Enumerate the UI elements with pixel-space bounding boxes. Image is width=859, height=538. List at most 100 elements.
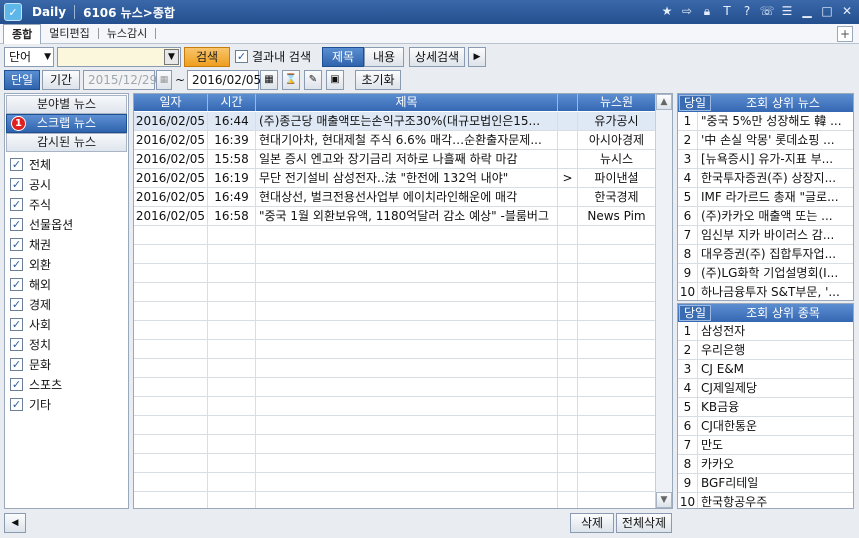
top-stock-item[interactable]: 8 카카오 (678, 455, 853, 474)
table-row[interactable] (134, 473, 656, 492)
category-checkbox[interactable]: ✓ (10, 257, 23, 271)
lock-icon[interactable]: 🔒︎ (699, 3, 715, 20)
category-item[interactable]: ✓ 사회 (6, 314, 127, 334)
list-icon[interactable]: ☰ (779, 3, 795, 20)
calendar-icon[interactable]: ▦ (260, 70, 278, 90)
category-item[interactable]: ✓ 정치 (6, 334, 127, 354)
category-checkbox[interactable]: ✓ (10, 317, 23, 331)
close-icon[interactable]: ✕ (839, 3, 855, 20)
top-news-item[interactable]: 5 IMF 라가르드 총재 "글로... (678, 188, 853, 207)
table-row[interactable]: 2016/02/05 15:58 일본 증시 엔고와 장기금리 저하로 나흘째 하락… (134, 150, 656, 169)
top-news-item[interactable]: 6 (주)카카오 매출액 또는 ... (678, 207, 853, 226)
table-row[interactable] (134, 264, 656, 283)
table-row[interactable]: 2016/02/05 16:19 무단 전기설비 삼성전자..法 "한전에 132억… (134, 169, 656, 188)
calendar-icon[interactable]: ▦ (156, 70, 172, 90)
category-news-button[interactable]: 분야별 뉴스 (6, 95, 127, 114)
table-row[interactable] (134, 435, 656, 454)
category-item[interactable]: ✓ 스포츠 (6, 374, 127, 394)
top-stock-item[interactable]: 10 한국항공우주 (678, 493, 853, 508)
title-filter-button[interactable]: 제목 (322, 47, 364, 67)
dropdown-icon[interactable]: ▼ (164, 49, 179, 65)
category-checkbox[interactable]: ✓ (10, 357, 23, 371)
table-row[interactable] (134, 416, 656, 435)
minimize-icon[interactable]: ▁ (799, 3, 815, 20)
start-date-input[interactable]: 2015/12/29 (83, 70, 157, 90)
table-row[interactable] (134, 283, 656, 302)
top-news-item[interactable]: 2 '中 손실 악몽' 롯데쇼핑 ... (678, 131, 853, 150)
top-news-item[interactable]: 4 한국투자증권(주) 상장지... (678, 169, 853, 188)
phone-icon[interactable]: ☏ (759, 3, 775, 20)
top-news-item[interactable]: 10 하나금융투자 S&T부문, '... (678, 283, 853, 300)
category-item[interactable]: ✓ 해외 (6, 274, 127, 294)
category-item[interactable]: ✓ 문화 (6, 354, 127, 374)
top-news-item[interactable]: 1 "중국 5%만 성장해도 韓 ... (678, 112, 853, 131)
grid-scrollbar[interactable]: ▲ ▼ (655, 94, 672, 508)
category-checkbox[interactable]: ✓ (10, 297, 23, 311)
category-item[interactable]: ✓ 전체 (6, 154, 127, 174)
search-input[interactable]: ▼ (57, 47, 181, 67)
category-checkbox[interactable]: ✓ (10, 337, 23, 351)
single-date-button[interactable]: 단일 (4, 70, 40, 90)
table-row[interactable] (134, 397, 656, 416)
top-stock-item[interactable]: 3 CJ E&M (678, 360, 853, 379)
table-row[interactable] (134, 359, 656, 378)
search-button[interactable]: 검색 (184, 47, 230, 67)
category-checkbox[interactable]: ✓ (10, 277, 23, 291)
table-row[interactable] (134, 321, 656, 340)
tab-general[interactable]: 종합 (3, 23, 42, 44)
filter-icon[interactable]: ⌛ (282, 70, 300, 90)
table-row[interactable] (134, 378, 656, 397)
top-stock-item[interactable]: 7 만도 (678, 436, 853, 455)
tab-multi-edit[interactable]: 멀티편집 (41, 24, 97, 44)
scroll-down-icon[interactable]: ▼ (656, 492, 672, 508)
play-icon[interactable]: ▶ (468, 47, 486, 67)
top-news-item[interactable]: 3 [뉴욕증시] 유가-지표 부... (678, 150, 853, 169)
tab-today-news[interactable]: 당일 (679, 95, 712, 111)
column-header-source[interactable]: 뉴스원 (578, 94, 656, 111)
top-stock-item[interactable]: 1 삼성전자 (678, 322, 853, 341)
scrap-news-button[interactable]: 1 스크랩 뉴스 (6, 114, 127, 133)
edit-icon[interactable]: ✎ (304, 70, 322, 90)
table-row[interactable] (134, 340, 656, 359)
top-news-item[interactable]: 7 임신부 지카 바이러스 감... (678, 226, 853, 245)
category-checkbox[interactable]: ✓ (10, 177, 23, 191)
table-row[interactable] (134, 302, 656, 321)
top-stock-item[interactable]: 4 CJ제일제당 (678, 379, 853, 398)
table-row[interactable]: 2016/02/05 16:39 현대기아차, 현대제철 주식 6.6% 매각…순환… (134, 131, 656, 150)
category-checkbox[interactable]: ✓ (10, 197, 23, 211)
delete-all-button[interactable]: 전체삭제 (616, 513, 672, 533)
top-stock-item[interactable]: 6 CJ대한통운 (678, 417, 853, 436)
category-item[interactable]: ✓ 공시 (6, 174, 127, 194)
category-checkbox[interactable]: ✓ (10, 377, 23, 391)
top-news-item[interactable]: 8 대우증권(주) 집합투자업... (678, 245, 853, 264)
tab-today-stocks[interactable]: 당일 (679, 305, 712, 321)
category-item[interactable]: ✓ 선물옵션 (6, 214, 127, 234)
category-checkbox[interactable]: ✓ (10, 397, 23, 411)
help-icon[interactable]: ? (739, 3, 755, 20)
delete-button[interactable]: 삭제 (570, 513, 614, 533)
category-checkbox[interactable]: ✓ (10, 157, 23, 171)
within-results-checkbox[interactable]: ✓ (235, 50, 248, 63)
category-checkbox[interactable]: ✓ (10, 217, 23, 231)
period-button[interactable]: 기간 (42, 70, 80, 90)
table-row[interactable] (134, 245, 656, 264)
watched-news-button[interactable]: 감시된 뉴스 (6, 133, 127, 152)
category-item[interactable]: ✓ 기타 (6, 394, 127, 414)
column-header-date[interactable]: 일자 (134, 94, 208, 111)
scroll-left-icon[interactable]: ◀ (4, 513, 26, 533)
print-icon[interactable]: ▣ (326, 70, 344, 90)
reset-button[interactable]: 초기화 (355, 70, 401, 90)
column-header-title[interactable]: 제목 (256, 94, 558, 111)
category-item[interactable]: ✓ 외환 (6, 254, 127, 274)
scroll-up-icon[interactable]: ▲ (656, 94, 672, 110)
star-icon[interactable]: ★ (659, 3, 675, 20)
column-header-time[interactable]: 시간 (208, 94, 256, 111)
top-stock-item[interactable]: 9 BGF리테일 (678, 474, 853, 493)
table-row[interactable]: 2016/02/05 16:58 "중국 1월 외환보유액, 1180억달러 감소 … (134, 207, 656, 226)
link-icon[interactable]: ⇨ (679, 3, 695, 20)
end-date-input[interactable]: 2016/02/05 (187, 70, 261, 90)
category-item[interactable]: ✓ 채권 (6, 234, 127, 254)
top-news-item[interactable]: 9 (주)LG화학 기업설명회(I... (678, 264, 853, 283)
table-row[interactable]: 2016/02/05 16:44 (주)종근당 매출액또는손익구조30%(대규모법인… (134, 112, 656, 131)
maximize-icon[interactable]: □ (819, 3, 835, 20)
